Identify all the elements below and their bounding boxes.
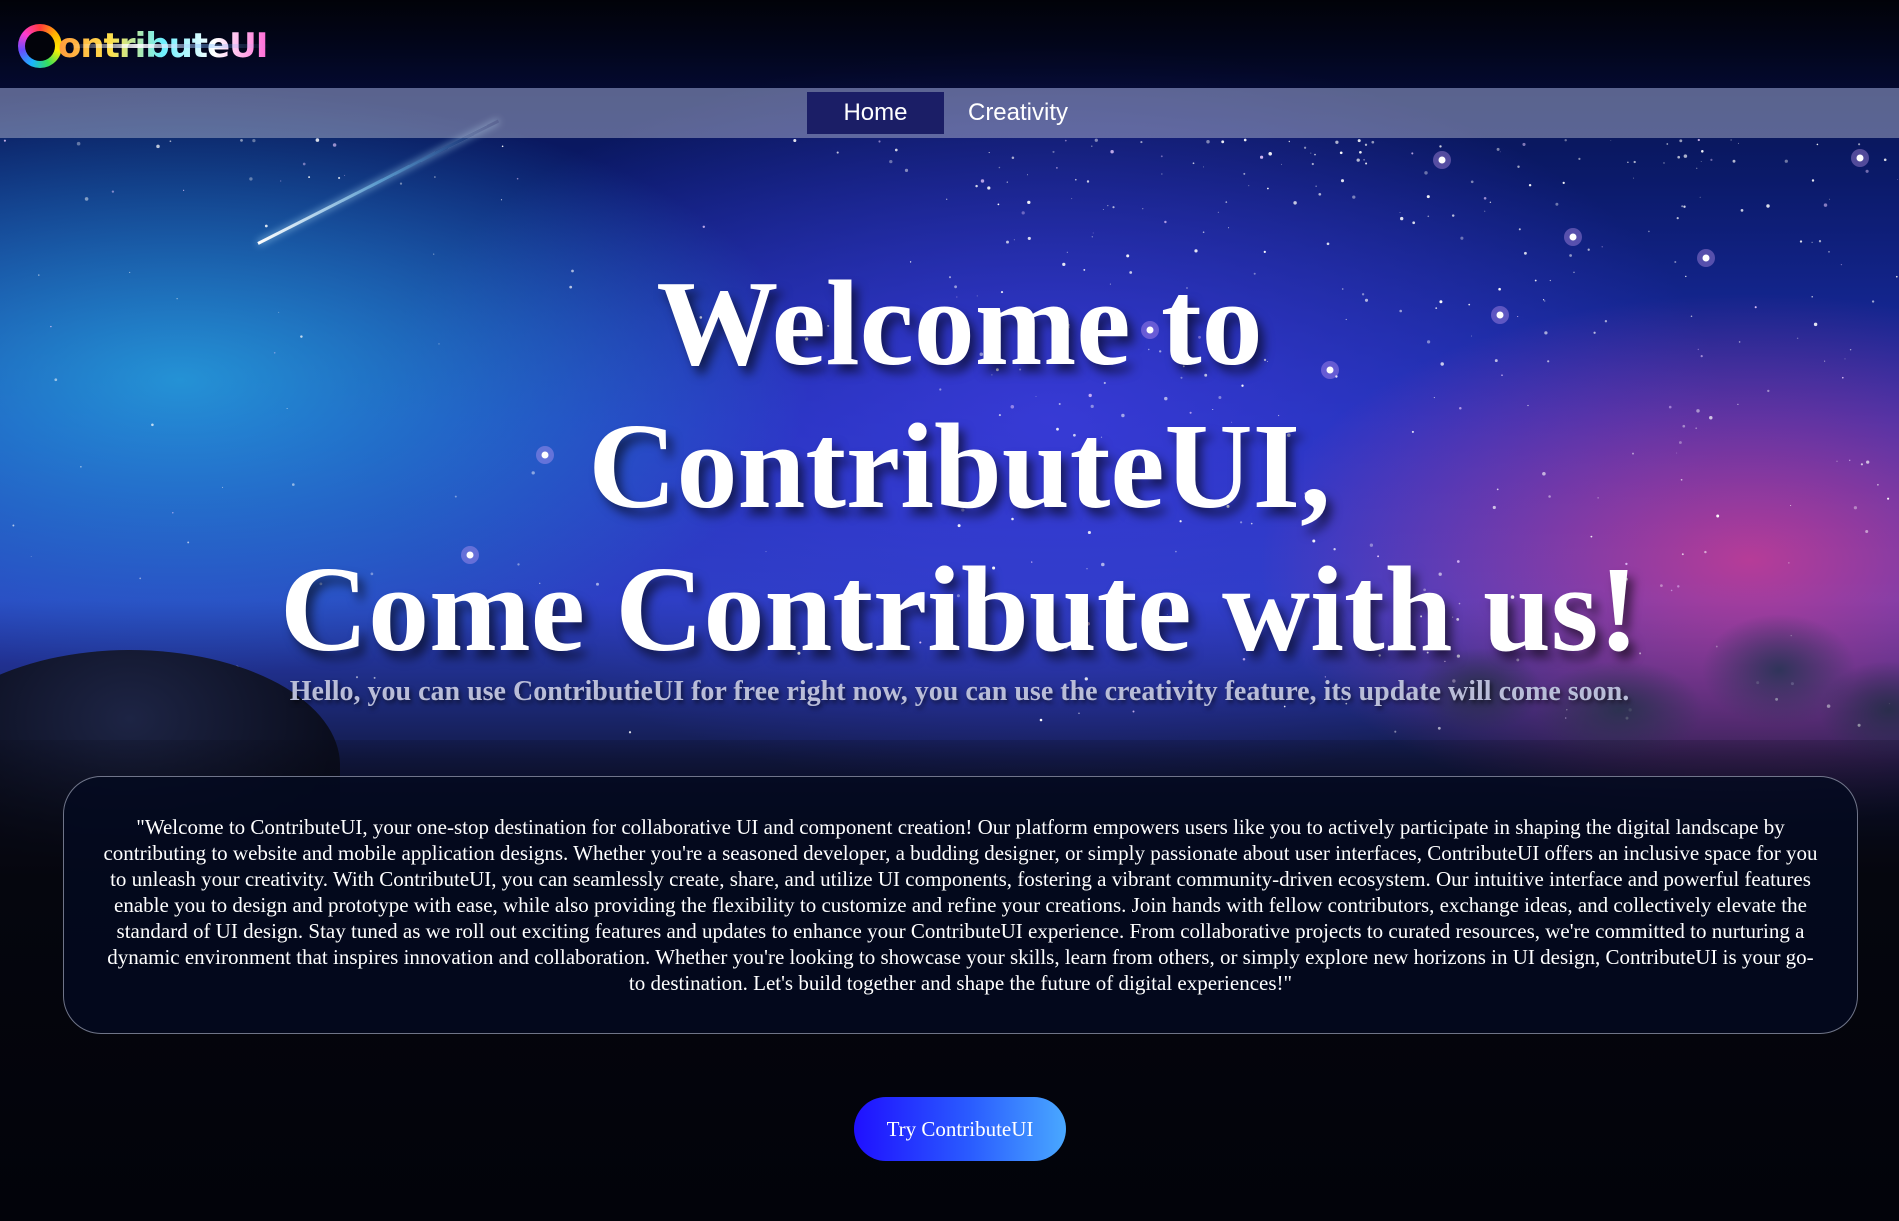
about-text: "Welcome to ContributeUI, your one-stop … [103, 815, 1818, 995]
nav-home[interactable]: Home [806, 92, 944, 134]
logo-c-icon [18, 24, 62, 68]
hero-title-line-1: Welcome to [656, 256, 1263, 391]
main-nav: Home Creativity [0, 88, 1899, 138]
hero-title-line-3: Come Contribute with us! [280, 542, 1639, 677]
site-header: ontributeUI [0, 0, 1899, 88]
page: ontributeUI Home Creativity Welcome to C… [0, 0, 1899, 1221]
logo-glow [70, 44, 270, 48]
hero-title-line-2: ContributeUI, [588, 399, 1331, 534]
nav-creativity[interactable]: Creativity [944, 92, 1092, 134]
try-contributeui-button[interactable]: Try ContributeUI [854, 1097, 1066, 1161]
hero-subtitle: Hello, you can use ContributieUI for fre… [289, 676, 1630, 707]
about-card: "Welcome to ContributeUI, your one-stop … [63, 776, 1858, 1034]
hero-title: Welcome to ContributeUI, Come Contribute… [0, 252, 1899, 681]
